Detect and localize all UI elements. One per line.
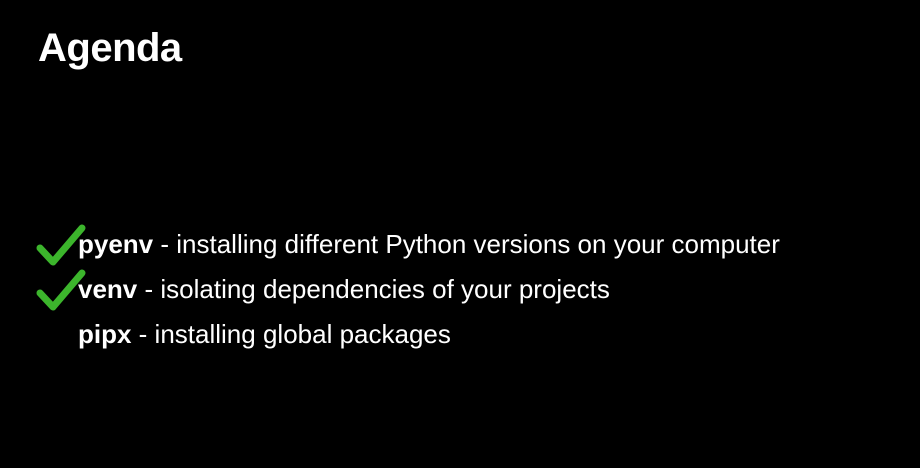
agenda-item-description: - installing different Python versions o… (153, 229, 780, 259)
agenda-item-pyenv: pyenv - installing different Python vers… (0, 222, 920, 267)
agenda-item-venv: venv - isolating dependencies of your pr… (0, 267, 920, 312)
agenda-item-description: - isolating dependencies of your project… (137, 274, 610, 304)
slide: Agenda pyenv - installing different Pyth… (0, 0, 920, 468)
checkmark-icon (36, 224, 86, 266)
agenda-item-tool: pyenv (78, 229, 154, 259)
agenda-item-tool: pipx (78, 319, 132, 349)
agenda-list: pyenv - installing different Python vers… (0, 222, 920, 357)
checkmark-icon (36, 269, 86, 311)
agenda-item-tool: venv (78, 274, 138, 304)
agenda-item-description: - installing global packages (131, 319, 451, 349)
agenda-item-pipx: pipx - installing global packages (0, 312, 920, 357)
slide-title: Agenda (38, 26, 182, 70)
